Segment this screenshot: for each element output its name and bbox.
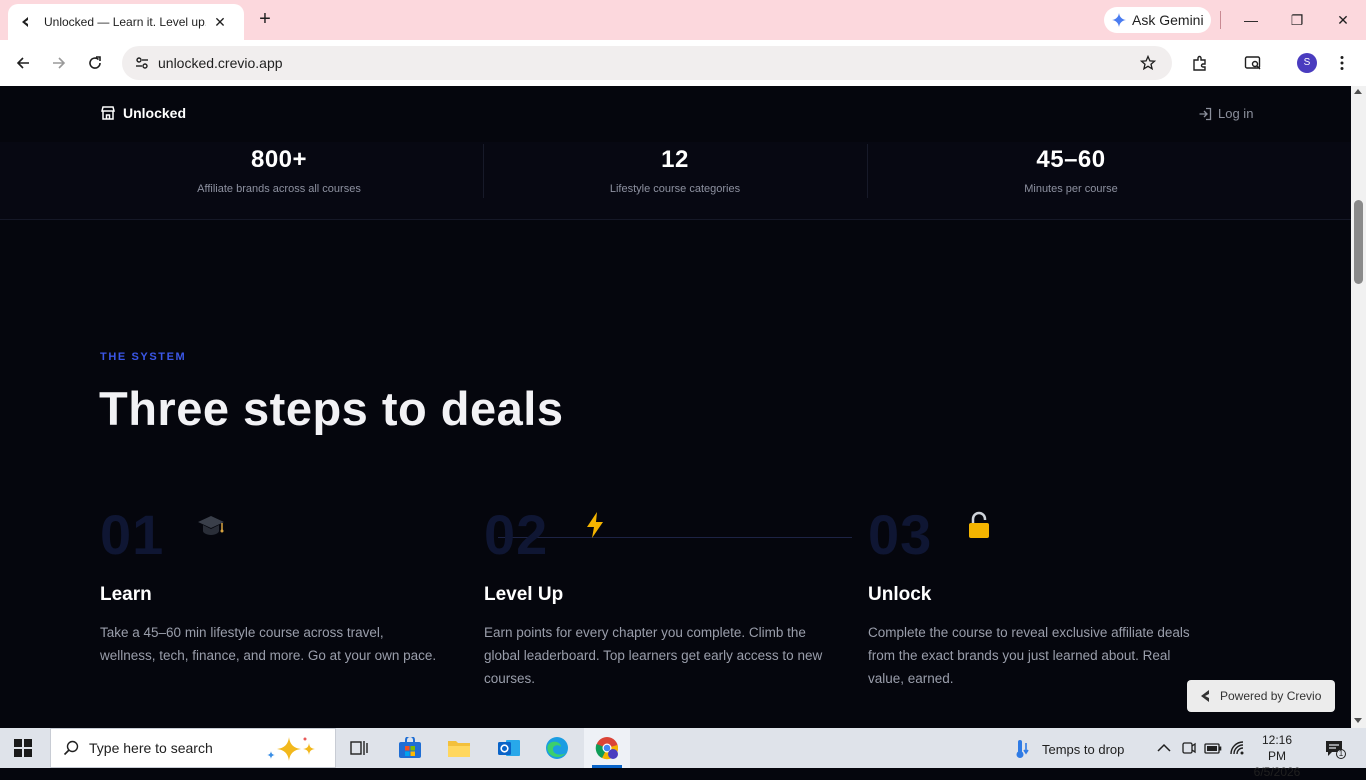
back-arrow-icon[interactable]	[11, 51, 35, 75]
step-number: 03	[868, 503, 933, 566]
system-clock[interactable]: 12:16 PM 6/5/2026	[1252, 732, 1302, 780]
outlook-icon[interactable]	[495, 734, 523, 762]
profile-avatar[interactable]: S	[1297, 53, 1317, 73]
site-info-icon[interactable]	[130, 51, 154, 75]
battery-icon[interactable]	[1204, 740, 1222, 756]
brand-name: Unlocked	[123, 105, 187, 121]
browser-menu-icon[interactable]	[1330, 51, 1354, 75]
stat-course-categories: 12 Lifestyle course categories	[483, 142, 867, 220]
search-icon	[63, 740, 79, 756]
browser-tab[interactable]: Unlocked — Learn it. Level up. Unlock de…	[8, 4, 244, 40]
powered-by-badge[interactable]: Powered by Crevio	[1187, 680, 1335, 712]
step-description: Earn points for every chapter you comple…	[484, 625, 823, 686]
site-header: Unlocked Log in	[0, 86, 1351, 142]
tab-separator	[1220, 11, 1221, 29]
extensions-puzzle-icon[interactable]	[1188, 51, 1212, 75]
stat-value: 45–60	[1036, 146, 1106, 173]
stat-value: 12	[661, 146, 689, 173]
file-explorer-icon[interactable]	[445, 734, 473, 762]
new-tab-button[interactable]: +	[254, 8, 276, 32]
meet-now-icon[interactable]	[1180, 740, 1198, 756]
search-placeholder: Type here to search	[89, 740, 213, 756]
bookmark-star-icon[interactable]	[1138, 53, 1158, 73]
lightning-icon	[580, 510, 610, 540]
tab-strip: Unlocked — Learn it. Level up. Unlock de…	[0, 0, 1366, 40]
step-number: 01	[100, 503, 165, 566]
weather-text: Temps to drop	[1042, 741, 1125, 757]
forward-arrow-icon[interactable]	[47, 51, 71, 75]
windows-start-icon[interactable]	[14, 739, 32, 757]
tab-title: Unlocked — Learn it. Level up. Unlock de…	[44, 15, 206, 29]
step-learn: 01 Learn Take a 45–60 min lifestyle cour…	[100, 504, 460, 714]
storefront-icon	[100, 105, 116, 121]
gemini-sparkle-icon	[1112, 13, 1126, 27]
tray-chevron-up-icon[interactable]	[1155, 740, 1173, 756]
network-icon[interactable]	[1229, 740, 1247, 756]
stat-label: Minutes per course	[1024, 183, 1118, 195]
taskbar-search-box[interactable]: Type here to search	[50, 728, 336, 768]
powered-by-label: Powered by Crevio	[1220, 689, 1322, 703]
tab-close-icon[interactable]: ✕	[212, 14, 228, 31]
edge-browser-icon[interactable]	[543, 734, 571, 762]
page-viewport: Unlocked Log in 800+ Affiliate brands ac…	[0, 86, 1351, 728]
chrome-browser-icon[interactable]	[593, 734, 621, 762]
task-view-icon[interactable]	[346, 734, 374, 762]
step-description: Complete the course to reveal exclusive …	[868, 625, 1190, 686]
microsoft-store-icon[interactable]	[396, 734, 424, 762]
login-link[interactable]: Log in	[1198, 106, 1253, 121]
step-title: Unlock	[868, 584, 932, 605]
clock-time: 12:16 PM	[1261, 733, 1293, 763]
scroll-down-arrow-icon[interactable]	[1354, 718, 1362, 723]
windows-taskbar: Type here to search Temps to drop 12:16 …	[0, 728, 1366, 779]
address-bar[interactable]: unlocked.crevio.app	[122, 46, 1172, 80]
url-text: unlocked.crevio.app	[158, 55, 283, 71]
stats-bar: 800+ Affiliate brands across all courses…	[0, 142, 1351, 220]
notification-count: 1	[1338, 749, 1344, 758]
section-headline: Three steps to deals	[99, 382, 564, 435]
step-title: Level Up	[484, 584, 564, 605]
stat-value: 800+	[250, 146, 308, 173]
brand-logo[interactable]: Unlocked	[100, 105, 186, 121]
page-scrollbar[interactable]	[1351, 86, 1366, 728]
stat-label: Affiliate brands across all courses	[197, 183, 361, 195]
padlock-icon	[964, 510, 994, 540]
login-arrow-icon	[1198, 107, 1212, 121]
reload-icon[interactable]	[83, 51, 107, 75]
close-window-icon[interactable]: ✕	[1331, 8, 1355, 32]
copilot-sparkle-icon[interactable]	[265, 735, 327, 763]
minimize-icon[interactable]: —	[1239, 8, 1263, 32]
section-eyebrow: THE SYSTEM	[100, 351, 187, 363]
crevio-logo-icon	[1199, 689, 1213, 703]
tab-search-icon[interactable]	[1241, 51, 1265, 75]
stat-affiliate-brands: 800+ Affiliate brands across all courses	[87, 142, 471, 220]
graduation-cap-icon	[196, 510, 226, 540]
scroll-up-arrow-icon[interactable]	[1354, 89, 1362, 94]
stat-label: Lifestyle course categories	[609, 183, 741, 195]
crevio-favicon-icon	[18, 14, 34, 30]
stat-divider	[867, 144, 868, 198]
step-title: Learn	[100, 584, 152, 605]
restore-icon[interactable]: ❐	[1285, 8, 1309, 32]
login-label: Log in	[1218, 106, 1254, 121]
ask-gemini-button[interactable]: Ask Gemini	[1104, 7, 1211, 33]
ask-gemini-label: Ask Gemini	[1132, 12, 1204, 28]
step-level-up: 02 Level Up Earn points for every chapte…	[484, 504, 844, 714]
step-description: Take a 45–60 min lifestyle course across…	[100, 625, 437, 663]
clock-date: 6/5/2026	[1253, 765, 1301, 779]
step-unlock: 03 Unlock Complete the course to reveal …	[868, 504, 1228, 714]
browser-toolbar: unlocked.crevio.app	[0, 40, 1366, 86]
scroll-thumb[interactable]	[1354, 200, 1363, 284]
weather-widget[interactable]: Temps to drop	[1014, 739, 1124, 759]
thermometer-icon	[1016, 740, 1029, 758]
step-number: 02	[484, 503, 549, 566]
notification-center-icon[interactable]: 1	[1324, 739, 1346, 759]
stat-minutes-per-course: 45–60 Minutes per course	[879, 142, 1263, 220]
